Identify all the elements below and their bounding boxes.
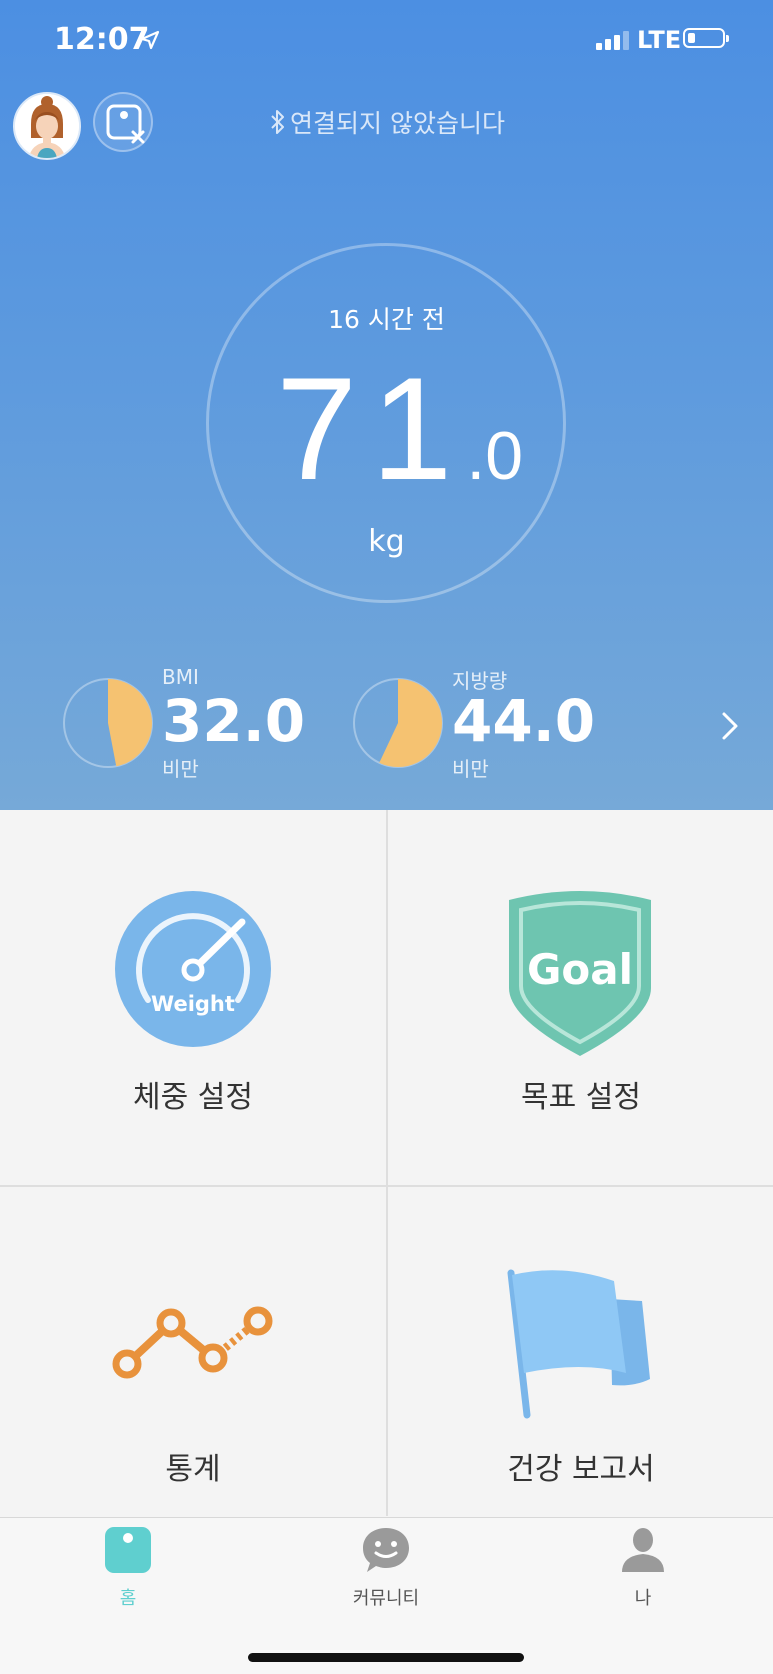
statistics-trend-icon [112,1306,273,1379]
scale-icon [105,1527,151,1573]
weight-integer: 71 [276,347,467,510]
health-report-label: 건강 보고서 [507,1452,655,1487]
flag-icon [507,1269,650,1419]
statistics-tile[interactable]: 통계 [0,1187,386,1516]
hero-panel: 12:07 LTE 연결되지 않았습니다 16 시간 전 71.0 kg BMI… [0,0,773,810]
status-time: 12:07 [54,22,150,57]
pie-slice [108,679,152,767]
weight-icon-text: Weight [151,992,235,1016]
fat-mass-pie-icon [353,678,443,768]
tab-home-label: 홈 [119,1588,137,1609]
location-arrow-icon [140,30,160,50]
tab-me-label: 나 [634,1588,652,1609]
weight-unit: kg [368,524,405,559]
weight-decimal: .0 [466,418,524,494]
goal-shield-icon: Goal [509,891,651,1056]
person-icon [622,1528,664,1572]
connection-status-text: 연결되지 않았습니다 [290,109,505,138]
network-type: LTE [637,26,682,54]
weight-value: 71.0 [276,345,523,513]
goal-setting-label: 목표 설정 [521,1080,641,1115]
status-bar: 12:07 LTE [0,22,773,62]
tab-me[interactable]: 나 [573,1526,713,1610]
measured-time-ago: 16 시간 전 [328,305,445,334]
bmi-status: 비만 [162,757,199,781]
scale-disconnected-icon [106,104,145,144]
goal-setting-tile[interactable]: Goal 목표 설정 [388,810,773,1185]
signal-bars-icon [596,31,629,50]
fat-mass-value: 44.0 [452,687,596,755]
statistics-label: 통계 [165,1452,221,1487]
grid-divider-vertical [386,810,388,1516]
connection-status: 연결되지 않았습니다 [270,104,505,140]
bottom-tab-bar: 홈 커뮤니티 나 [0,1517,773,1674]
goal-icon-text: Goal [527,945,633,994]
grid-divider-horizontal [0,1185,773,1187]
fat-mass-status: 비만 [452,757,489,781]
weight-gauge-icon: Weight [115,891,271,1047]
weight-setting-tile[interactable]: Weight 체중 설정 [0,810,386,1185]
tab-community[interactable]: 커뮤니티 [316,1526,456,1610]
chat-smile-icon [363,1528,409,1572]
bluetooth-icon [271,110,284,134]
bmi-pie-icon [63,678,153,768]
girl-avatar-icon [15,94,79,158]
scale-device-button[interactable] [93,92,153,152]
bmi-value: 32.0 [162,687,306,755]
chevron-right-icon[interactable] [718,708,742,744]
tab-community-label: 커뮤니티 [352,1588,420,1609]
profile-avatar[interactable] [13,92,81,160]
battery-icon [683,28,729,48]
home-indicator [248,1653,524,1662]
tab-home[interactable]: 홈 [58,1526,198,1610]
health-report-tile[interactable]: 건강 보고서 [388,1187,773,1516]
bmi-label: BMI [162,665,199,689]
weight-setting-label: 체중 설정 [133,1080,253,1115]
pie-slice [379,679,443,767]
